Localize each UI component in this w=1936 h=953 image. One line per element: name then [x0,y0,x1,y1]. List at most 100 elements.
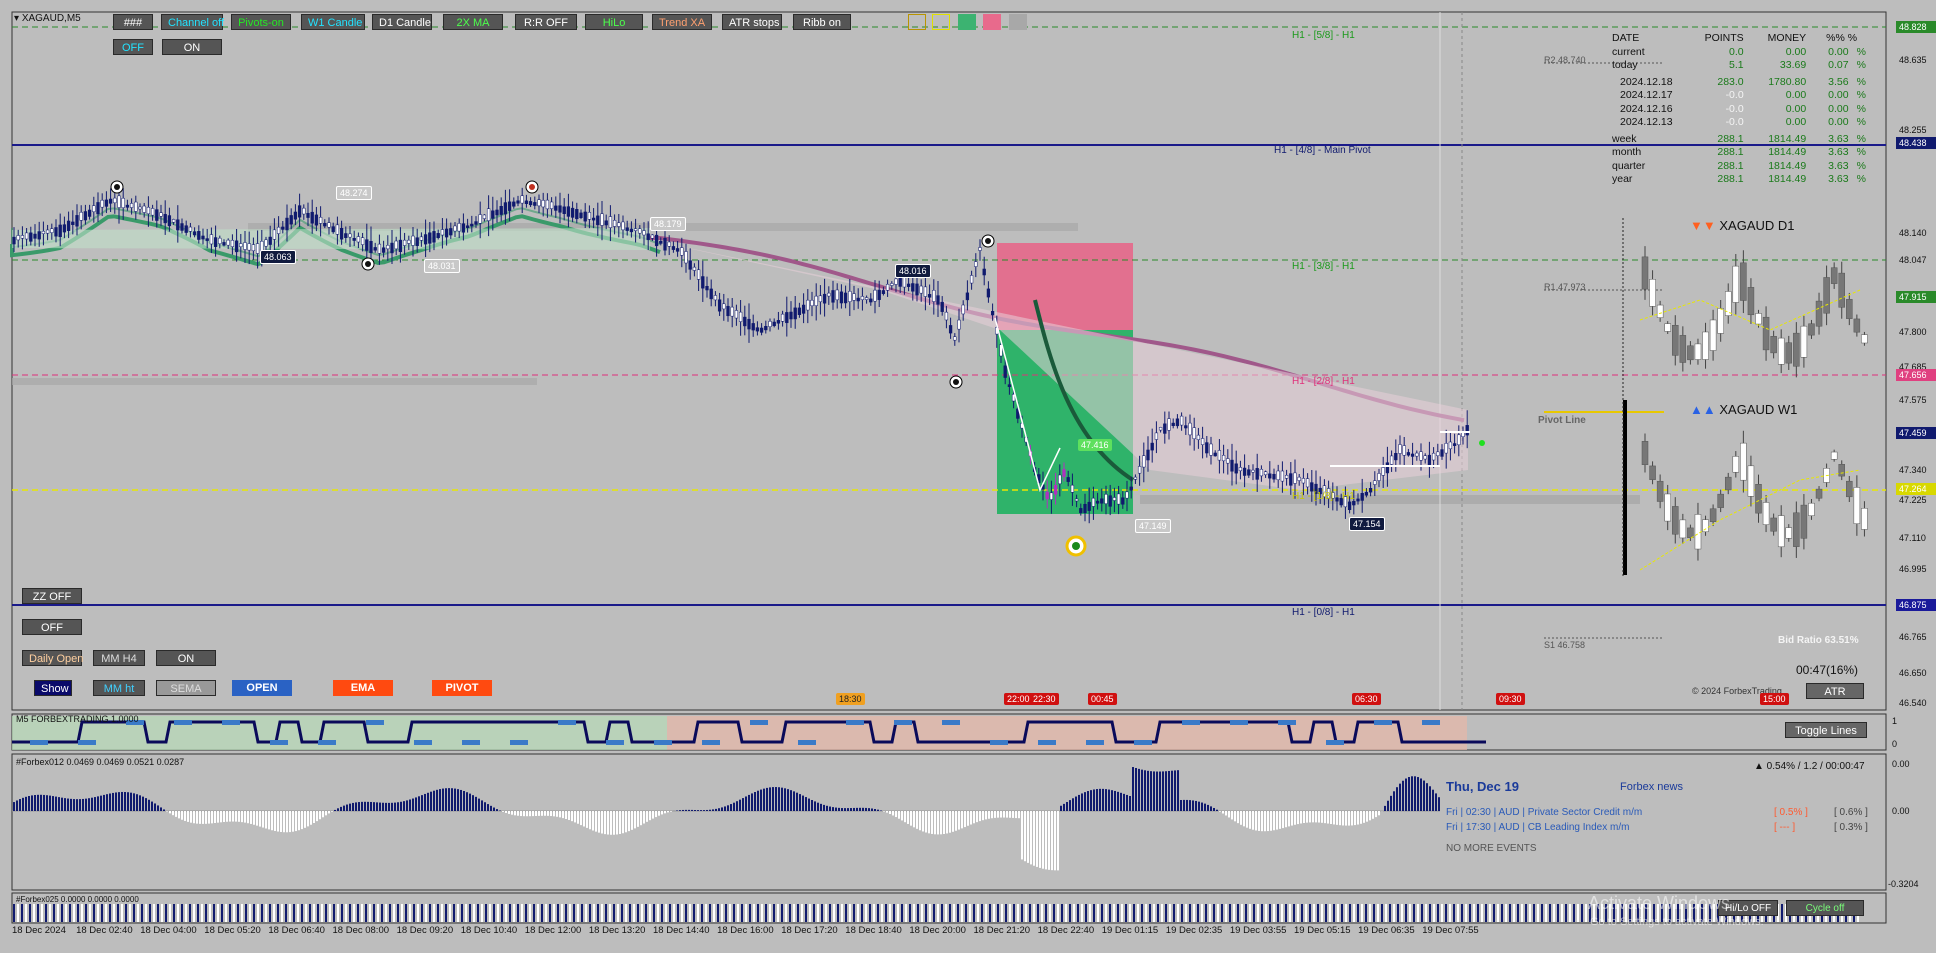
candle-body [1137,466,1142,474]
sub2-scale: -0.3204 [1888,879,1919,889]
candle-body [575,209,579,220]
on-toggle-button[interactable]: ON [162,39,222,55]
candle-body [512,201,516,207]
price-axis-label: 47.110 [1899,533,1926,543]
live-dot [1479,440,1485,446]
off-toggle-button[interactable]: OFF [113,39,153,55]
channel-button[interactable]: Channel off [161,14,224,30]
candle-body [1398,444,1402,454]
candle-body [713,295,718,301]
candle-body [940,301,944,312]
time-axis-label: 18 Dec 12:00 [524,925,582,936]
candle-body [1221,455,1226,462]
mini-candle-body [1770,517,1777,532]
color-swatch-green[interactable] [958,14,976,30]
candle-body [793,307,797,320]
candle-body [419,236,424,241]
candle-body [596,215,600,226]
price-tag: 47.416 [1078,439,1112,451]
candle-body [390,242,394,254]
level-label-r2: R2 48.740 [1544,55,1586,65]
candle-body [29,232,33,242]
off-button[interactable]: OFF [22,619,82,635]
candle-body [1091,497,1096,507]
candle-body [831,290,835,303]
rr-button[interactable]: R:R OFF [515,14,577,30]
news-item[interactable]: Fri | 02:30 | AUD | Private Sector Credi… [1446,807,1642,818]
candle-body [276,226,281,234]
time-axis[interactable]: 18 Dec 2024 18 Dec 02:40 18 Dec 04:00 18 De… [12,925,1886,943]
candle-body [873,289,877,302]
candle-body [524,200,529,204]
ema-button[interactable]: EMA [333,680,393,696]
hash-button[interactable]: ### [113,14,153,30]
stats-row: 2024.12.18 283.0 1780.80 3.56% [1608,76,1870,90]
color-swatch-pink[interactable] [983,14,1001,30]
candle-body [75,215,79,227]
candle-body [453,225,457,232]
price-axis-label: 47.340 [1899,465,1927,475]
color-swatch-olive[interactable] [908,14,926,30]
pivots-button[interactable]: Pivots-on [231,14,291,30]
candle-body [604,220,608,226]
zigzag-button[interactable]: ZZ OFF [22,588,82,604]
toggle-lines-button[interactable]: Toggle Lines [1785,722,1867,738]
ribbon-button[interactable]: Ribb on [793,14,851,30]
mini-candle-body [1853,318,1861,333]
candle-body [1373,480,1377,485]
on-button[interactable]: ON [156,650,216,666]
stats-header: MONEY [1767,32,1807,44]
hilo-button[interactable]: HiLo [585,14,643,30]
mm-ht-button[interactable]: MM ht [93,680,145,696]
d1-candle-button[interactable]: D1 Candle [372,14,432,30]
atr-stops-button[interactable]: ATR stops [722,14,782,30]
candle-body [1196,434,1201,440]
candle-body [591,217,596,221]
candle-body [919,285,923,294]
stats-cell: 0.00 [1785,45,1807,58]
color-swatch-yellow[interactable] [932,14,950,30]
mini-candle-body [1717,308,1724,334]
candle-body [772,321,776,327]
candle-body [381,247,386,253]
ma-button[interactable]: 2X MA [443,14,503,30]
color-swatch-gray[interactable] [1009,14,1027,30]
low-marker-dot [1072,542,1080,550]
news-item[interactable]: Fri | 17:30 | AUD | CB Leading Index m/m [1446,822,1629,833]
mini-candle-body [1709,508,1717,522]
candle-body [83,211,88,221]
price-tag: 48.031 [424,259,460,273]
candle-body [470,223,474,227]
candle-body [877,289,881,300]
stats-cell: 288.1 [1717,159,1744,172]
pivot-button[interactable]: PIVOT [432,680,492,696]
atr-button[interactable]: ATR [1806,683,1864,699]
price-axis[interactable]: 48.828 48.635 48.438 48.255 48.140 48.047 47.9… [1886,0,1936,715]
stats-cell: 0.00 [1828,102,1849,115]
candle-body [583,211,587,222]
candle-body [814,295,818,306]
trend-xa-button[interactable]: Trend XA [652,14,712,30]
session-tag: 06:30 [1352,693,1381,705]
candle-body [129,203,134,208]
swing-marker-dot [529,184,535,190]
candle-body [780,313,785,322]
candle-body [923,286,928,297]
mini-chart-d1-title: ▼▼ XAGAUD D1 [1690,218,1795,233]
mm-h4-button[interactable]: MM H4 [93,650,145,666]
show-button[interactable]: Show [34,680,72,696]
mini-candle-body [1823,277,1830,314]
stats-cell: % [1856,45,1866,58]
w1-candle-button[interactable]: W1 Candle [301,14,365,30]
cycle-off-button[interactable]: Cycle off [1786,900,1864,916]
candle-body [827,292,831,297]
news-forecast: [ --- ] [1774,822,1796,833]
daily-open-button[interactable]: Daily Open [22,650,83,666]
open-button[interactable]: OPEN [232,680,292,696]
stats-cell: 283.0 [1717,75,1744,88]
price-tag: 48.063 [260,250,296,264]
swing-marker-dot [114,184,120,190]
sema-button[interactable]: SEMA [156,680,216,696]
candle-body [1175,418,1180,427]
mini-candle-body [1679,335,1687,363]
